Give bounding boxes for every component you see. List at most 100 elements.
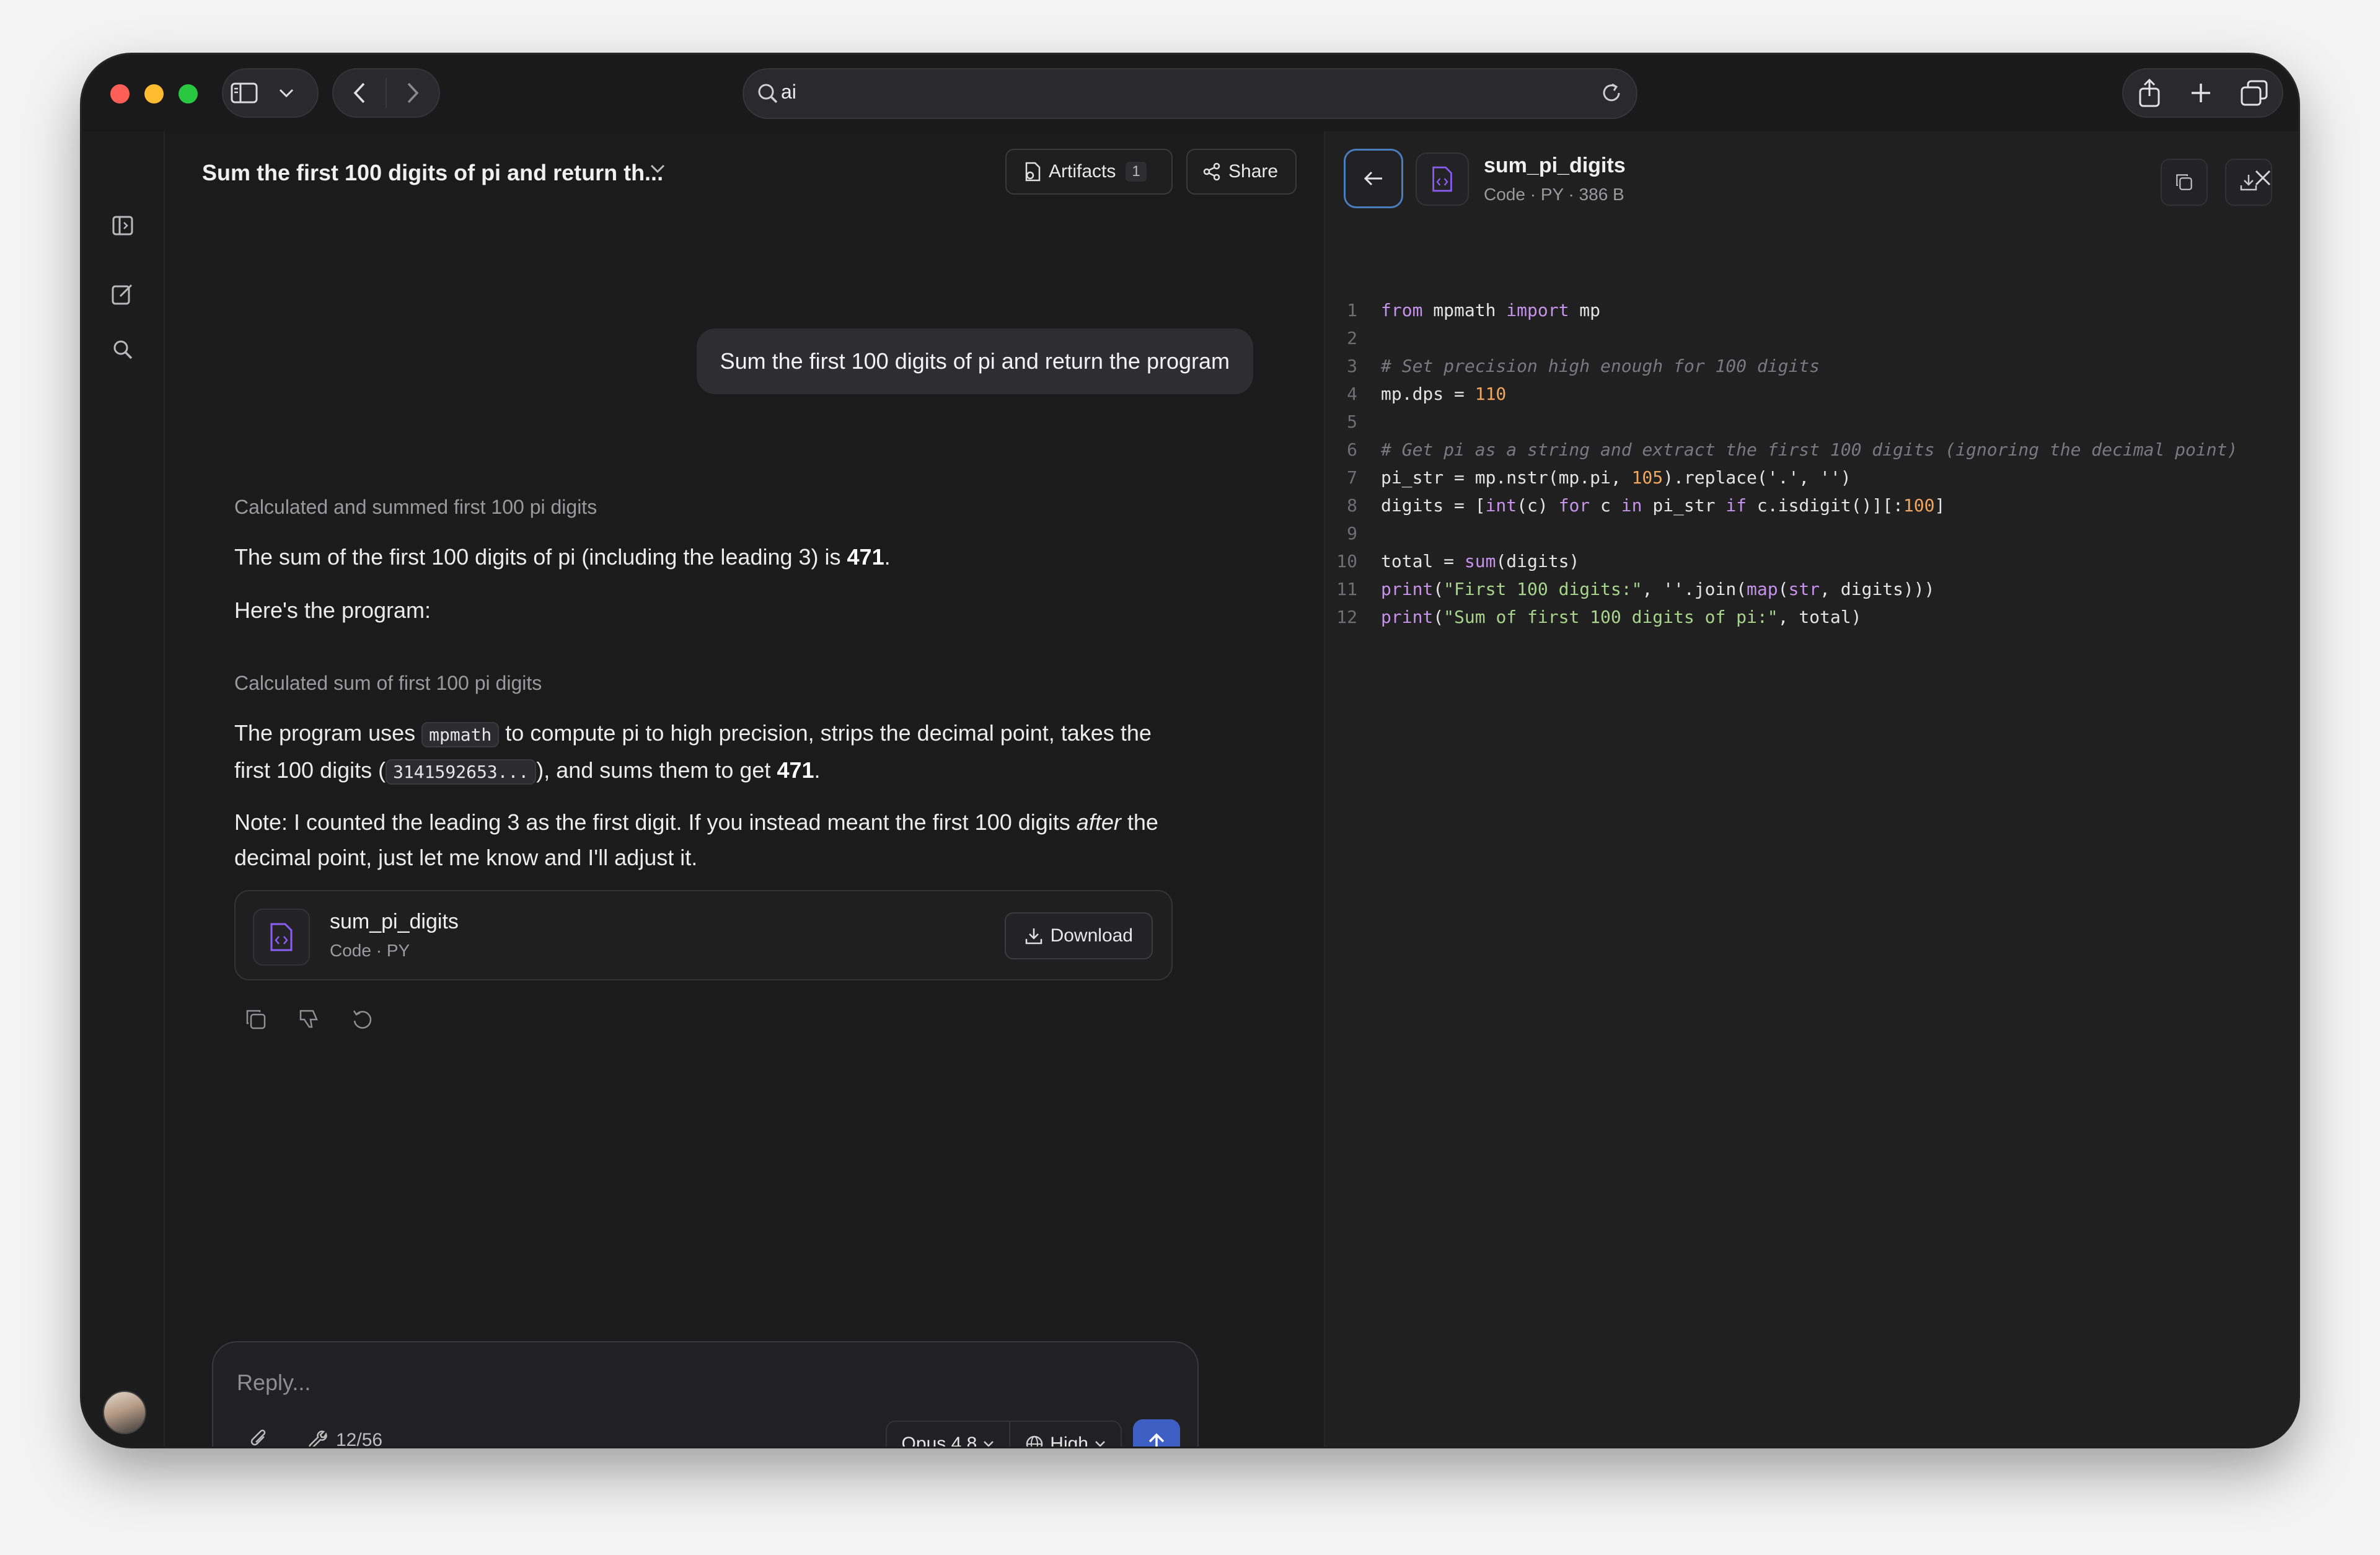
code-line: 4 mp.dps = 110: [1325, 380, 2298, 408]
code-line: 8 digits = [int(c) for c in pi_str if c.i…: [1325, 491, 2298, 519]
compose-icon: [112, 284, 133, 305]
artifacts-button[interactable]: Artifacts 1: [1005, 149, 1173, 195]
tools-count: 12/56: [336, 1430, 383, 1447]
send-button[interactable]: [1133, 1419, 1180, 1447]
reload-icon[interactable]: [1600, 82, 1624, 105]
copy-icon: [246, 1010, 266, 1029]
rail-new-chat-button[interactable]: [109, 280, 136, 307]
minimize-window-button[interactable]: [144, 84, 164, 104]
chat-pane: Sum the first 100 digits of pi and retur…: [165, 131, 1323, 1447]
chevron-down-icon: [984, 1441, 994, 1447]
code-line: 6 # Get pi as a string and extract the fi…: [1325, 436, 2298, 464]
panel-file-meta: Code · PY · 386 B: [1484, 185, 1624, 204]
file-code-icon: [1416, 152, 1469, 206]
code-line: 7 pi_str = mp.nstr(mp.pi, 105).replace('.…: [1325, 464, 2298, 491]
line-number: 2: [1347, 328, 1357, 348]
code-line: 5: [1325, 408, 2298, 436]
left-rail: [82, 131, 165, 1447]
share-icon[interactable]: [2138, 79, 2161, 107]
copy-button[interactable]: [242, 1005, 270, 1034]
code-view: 1 from mpmath import mp 2 3 # Set precisio…: [1325, 296, 2298, 631]
code-line: 2: [1325, 324, 2298, 352]
title-bar: ai: [82, 55, 2298, 131]
back-button[interactable]: [333, 69, 386, 117]
panel-copy-button[interactable]: [2161, 159, 2208, 206]
search-icon: [758, 84, 778, 104]
effort-label: High: [1050, 1434, 1088, 1447]
response-paragraph-4: Note: I counted the leading 3 as the fir…: [234, 804, 1183, 875]
line-number: 7: [1347, 467, 1357, 488]
download-icon: [1025, 928, 1042, 945]
download-label: Download: [1050, 925, 1133, 946]
thumbs-down-icon: [299, 1010, 318, 1028]
browser-window: ai Sum the first 100 digits of pi and re…: [82, 55, 2298, 1447]
thought-summary-2[interactable]: Calculated sum of first 100 pi digits: [234, 666, 1183, 701]
chat-title[interactable]: Sum the first 100 digits of pi and retur…: [202, 160, 663, 186]
share-nodes-icon: [1203, 162, 1220, 181]
response-paragraph-2: Here's the program:: [234, 597, 431, 623]
paperclip-icon[interactable]: [248, 1428, 270, 1447]
zoom-window-button[interactable]: [178, 84, 198, 104]
line-number: 11: [1336, 579, 1357, 599]
toolbar-right-group: [2122, 68, 2283, 118]
reply-input[interactable]: Reply...: [237, 1370, 311, 1396]
para-1-text: The sum of the first 100 digits of pi (i…: [234, 544, 847, 570]
artifacts-icon: [1025, 162, 1041, 182]
wrench-icon: [309, 1430, 327, 1447]
nav-group: [332, 68, 440, 118]
retry-button[interactable]: [348, 1005, 377, 1034]
model-selector[interactable]: Opus 4.8: [887, 1422, 1010, 1447]
para-1-suffix: .: [884, 544, 891, 570]
chevron-down-icon[interactable]: [650, 164, 666, 174]
address-value: ai: [781, 81, 796, 103]
line-number: 9: [1347, 523, 1357, 544]
model-label: Opus 4.8: [901, 1434, 977, 1447]
close-window-button[interactable]: [110, 84, 130, 104]
para-3-text-a: The program uses: [234, 720, 422, 746]
line-number: 8: [1347, 495, 1357, 516]
close-icon[interactable]: [2254, 169, 2272, 187]
tab-group-dropdown[interactable]: [265, 69, 307, 117]
sidebar-toggle-group: [222, 68, 319, 118]
file-card-meta: Code · PY: [330, 941, 410, 960]
artifact-file-card[interactable]: sum_pi_digits Code · PY Download: [234, 890, 1173, 980]
line-number: 10: [1336, 551, 1357, 571]
code-line: 1 from mpmath import mp: [1325, 296, 2298, 324]
tab-overview-icon[interactable]: [2241, 80, 2268, 106]
response-paragraph-3: The program uses mpmath to compute pi to…: [234, 715, 1183, 790]
panel-file-name: sum_pi_digits: [1484, 154, 1626, 177]
line-number: 1: [1347, 300, 1357, 320]
search-icon: [113, 340, 133, 359]
arrow-up-icon: [1148, 1433, 1165, 1447]
share-button[interactable]: Share: [1186, 149, 1297, 195]
inline-code: 3141592653...: [386, 759, 537, 785]
line-number: 3: [1347, 356, 1357, 376]
tools-button[interactable]: 12/56: [307, 1429, 382, 1447]
thought-summary-1[interactable]: Calculated and summed first 100 pi digit…: [234, 490, 1183, 525]
file-code-icon: [253, 909, 310, 966]
chevron-right-icon: [407, 82, 419, 104]
file-card-name: sum_pi_digits: [330, 910, 459, 933]
para-3-bold: 471: [777, 757, 814, 783]
forward-button[interactable]: [387, 69, 439, 117]
thumbs-down-button[interactable]: [295, 1005, 324, 1034]
address-bar[interactable]: ai: [743, 68, 1637, 119]
share-label: Share: [1228, 161, 1279, 182]
effort-selector[interactable]: High: [1010, 1422, 1121, 1447]
inline-code: mpmath: [421, 722, 500, 747]
new-tab-icon[interactable]: [2190, 82, 2212, 104]
sidebar-toggle-button[interactable]: [223, 69, 265, 117]
rail-sidebar-button[interactable]: [109, 212, 136, 239]
rail-search-button[interactable]: [109, 336, 136, 363]
line-number: 6: [1347, 439, 1357, 460]
para-1-bold: 471: [847, 544, 884, 570]
panel-back-button[interactable]: [1344, 149, 1403, 208]
para-4-italic: after: [1076, 809, 1121, 835]
reply-composer[interactable]: Reply... 12/56 Opus 4.8 High: [212, 1341, 1199, 1447]
code-line: 3 # Set precision high enough for 100 dig…: [1325, 352, 2298, 380]
retry-icon: [353, 1010, 372, 1029]
code-line: 11 print("First 100 digits:", ''.join(map…: [1325, 575, 2298, 603]
download-button[interactable]: Download: [1004, 912, 1153, 959]
model-options: Opus 4.8 High: [885, 1421, 1122, 1447]
avatar[interactable]: [103, 1391, 146, 1434]
